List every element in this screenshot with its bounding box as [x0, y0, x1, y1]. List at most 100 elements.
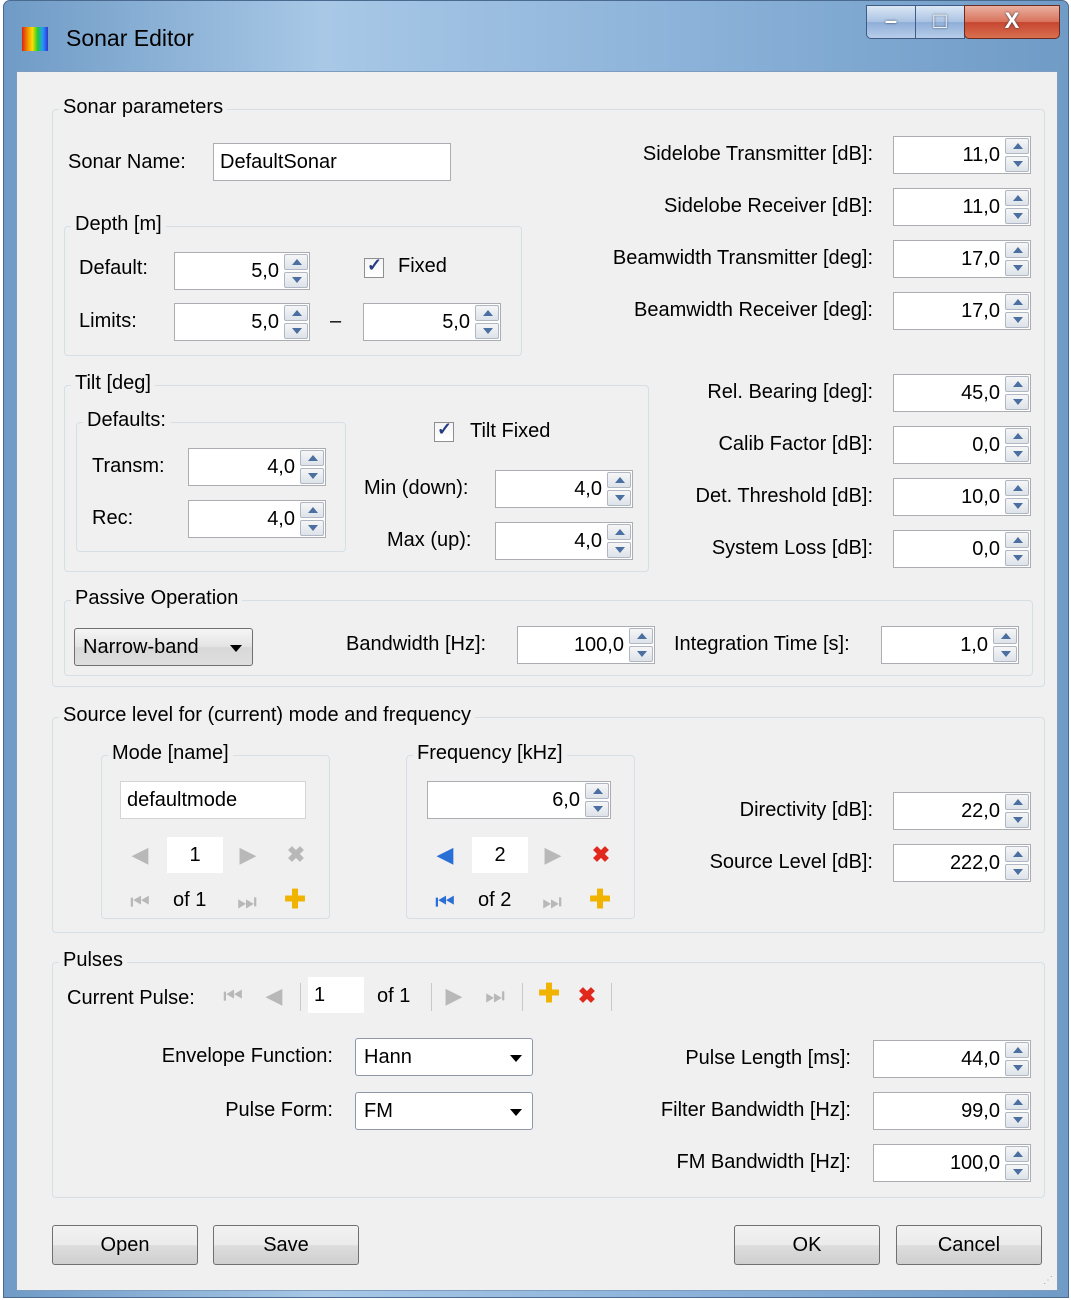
sonar-name-input[interactable]: DefaultSonar [213, 143, 451, 181]
ok-button[interactable]: OK [734, 1225, 880, 1265]
integration-time-spinner[interactable]: 1,0 [881, 626, 1019, 664]
spin-down-icon[interactable] [300, 468, 324, 484]
save-button[interactable]: Save [213, 1225, 359, 1265]
spin-down-icon[interactable] [1005, 446, 1029, 462]
spin-down-icon[interactable] [1005, 812, 1029, 828]
spin-down-icon[interactable] [1005, 1164, 1029, 1180]
mode-name-input[interactable]: defaultmode [120, 781, 306, 819]
last-frequency-icon[interactable]: ⏭ [538, 889, 566, 915]
spin-up-icon[interactable] [1005, 480, 1029, 496]
depth-fixed-checkbox[interactable] [364, 255, 384, 278]
spin-up-icon[interactable] [1005, 532, 1029, 548]
spin-down-icon[interactable] [1005, 550, 1029, 566]
spin-down-icon[interactable] [585, 801, 609, 817]
beamwidth-transmitter-spinner[interactable]: 17,0 [893, 240, 1031, 278]
open-button[interactable]: Open [52, 1225, 198, 1265]
sidelobe-transmitter-spinner[interactable]: 11,0 [893, 136, 1031, 174]
source-level-spinner[interactable]: 222,0 [893, 844, 1031, 882]
spin-up-icon[interactable] [300, 450, 324, 466]
next-pulse-icon[interactable]: ▶ [443, 983, 465, 1009]
close-button[interactable]: X [964, 5, 1060, 39]
next-frequency-icon[interactable]: ▶ [542, 842, 564, 868]
calib-factor-spinner[interactable]: 0,0 [893, 426, 1031, 464]
transm-spinner[interactable]: 4,0 [188, 448, 326, 486]
spin-up-icon[interactable] [993, 628, 1017, 644]
add-pulse-icon[interactable]: ✚ [535, 980, 563, 1006]
depth-default-spinner[interactable]: 5,0 [174, 252, 310, 290]
last-pulse-icon[interactable]: ⏭ [481, 983, 509, 1009]
minimize-button[interactable]: – [866, 5, 916, 39]
spin-up-icon[interactable] [585, 783, 609, 799]
prev-frequency-icon[interactable]: ◀ [434, 842, 456, 868]
spin-down-icon[interactable] [475, 323, 499, 339]
resize-grip-icon[interactable]: ⋰ [1043, 1276, 1055, 1288]
spin-up-icon[interactable] [1005, 1146, 1029, 1162]
spin-down-icon[interactable] [284, 323, 308, 339]
rel-bearing-spinner[interactable]: 45,0 [893, 374, 1031, 412]
spin-down-icon[interactable] [1005, 498, 1029, 514]
fm-bandwidth-spinner[interactable]: 100,0 [873, 1144, 1031, 1182]
spin-up-icon[interactable] [629, 628, 653, 644]
spin-down-icon[interactable] [300, 520, 324, 536]
spin-down-icon[interactable] [1005, 156, 1029, 172]
first-pulse-icon[interactable]: ⏮ [219, 983, 247, 1009]
spin-up-icon[interactable] [1005, 138, 1029, 154]
frequency-index-input[interactable]: 2 [472, 837, 528, 873]
add-mode-icon[interactable]: ✚ [281, 886, 309, 912]
pulse-length-spinner[interactable]: 44,0 [873, 1040, 1031, 1078]
spin-down-icon[interactable] [993, 646, 1017, 662]
spin-up-icon[interactable] [1005, 242, 1029, 258]
first-mode-icon[interactable]: ⏮ [126, 889, 154, 915]
passive-mode-select[interactable]: Narrow-band [74, 628, 253, 666]
spin-up-icon[interactable] [1005, 1042, 1029, 1058]
delete-mode-icon[interactable]: ✖ [283, 842, 309, 868]
spin-down-icon[interactable] [1005, 260, 1029, 276]
spin-down-icon[interactable] [1005, 208, 1029, 224]
title-bar[interactable]: Sonar Editor – □ X [4, 1, 1068, 71]
add-frequency-icon[interactable]: ✚ [586, 886, 614, 912]
spin-up-icon[interactable] [1005, 190, 1029, 206]
spin-up-icon[interactable] [475, 305, 499, 321]
frequency-spinner[interactable]: 6,0 [427, 781, 611, 819]
rec-spinner[interactable]: 4,0 [188, 500, 326, 538]
prev-mode-icon[interactable]: ◀ [129, 842, 151, 868]
spin-down-icon[interactable] [1005, 312, 1029, 328]
bandwidth-spinner[interactable]: 100,0 [517, 626, 655, 664]
spin-down-icon[interactable] [284, 272, 308, 288]
spin-down-icon[interactable] [1005, 864, 1029, 880]
maximize-button[interactable]: □ [915, 5, 965, 39]
mode-index-input[interactable]: 1 [167, 837, 223, 873]
spin-up-icon[interactable] [1005, 1094, 1029, 1110]
first-frequency-icon[interactable]: ⏮ [431, 889, 459, 915]
depth-limit-max-spinner[interactable]: 5,0 [363, 303, 501, 341]
spin-down-icon[interactable] [1005, 1060, 1029, 1076]
spin-up-icon[interactable] [300, 502, 324, 518]
prev-pulse-icon[interactable]: ◀ [263, 983, 285, 1009]
system-loss-spinner[interactable]: 0,0 [893, 530, 1031, 568]
sidelobe-receiver-spinner[interactable]: 11,0 [893, 188, 1031, 226]
filter-bandwidth-spinner[interactable]: 99,0 [873, 1092, 1031, 1130]
spin-down-icon[interactable] [629, 646, 653, 662]
delete-frequency-icon[interactable]: ✖ [588, 842, 614, 868]
cancel-button[interactable]: Cancel [896, 1225, 1042, 1265]
spin-down-icon[interactable] [1005, 1112, 1029, 1128]
next-mode-icon[interactable]: ▶ [237, 842, 259, 868]
spin-up-icon[interactable] [1005, 376, 1029, 392]
delete-pulse-icon[interactable]: ✖ [574, 983, 600, 1009]
beamwidth-receiver-spinner[interactable]: 17,0 [893, 292, 1031, 330]
spin-up-icon[interactable] [1005, 428, 1029, 444]
spin-up-icon[interactable] [284, 254, 308, 270]
last-mode-icon[interactable]: ⏭ [233, 889, 261, 915]
directivity-spinner[interactable]: 22,0 [893, 792, 1031, 830]
det-threshold-spinner[interactable]: 10,0 [893, 478, 1031, 516]
tilt-fixed-checkbox[interactable] [434, 419, 454, 442]
pulse-form-select[interactable]: FM [355, 1092, 533, 1130]
depth-limit-min-spinner[interactable]: 5,0 [174, 303, 310, 341]
pulse-index-input[interactable]: 1 [308, 977, 364, 1013]
spin-up-icon[interactable] [1005, 794, 1029, 810]
spin-up-icon[interactable] [1005, 294, 1029, 310]
envelope-function-select[interactable]: Hann [355, 1038, 533, 1076]
spin-down-icon[interactable] [1005, 394, 1029, 410]
spin-up-icon[interactable] [1005, 846, 1029, 862]
spin-up-icon[interactable] [284, 305, 308, 321]
